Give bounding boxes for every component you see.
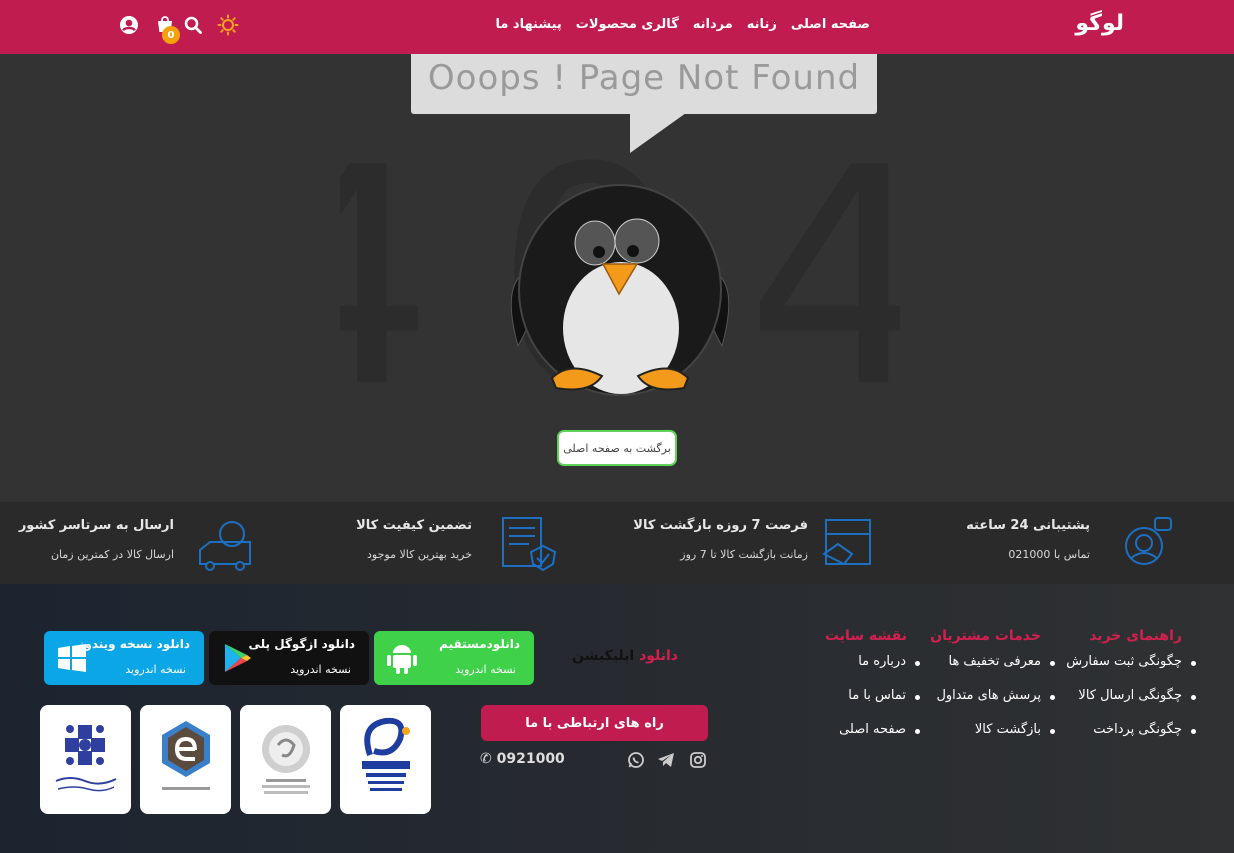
footer-link[interactable]: تماس با ما (848, 688, 920, 703)
features-bar: پشتیبانی 24 ساعته تماس با 021000 فرصت 7 … (0, 502, 1234, 584)
back-home-button[interactable]: برگشت به صفحه اصلی (557, 430, 677, 466)
android-icon (387, 645, 417, 674)
e-commerce-association-badge[interactable] (140, 705, 231, 814)
download-windows-button[interactable]: دانلود نسخه ویندوز نسخه اندروید (44, 631, 204, 685)
nav-item-home[interactable]: صفحه اصلی (791, 17, 870, 37)
footer-link[interactable]: چگونگی ارسال کالا (1078, 688, 1196, 703)
contact-us-button[interactable]: راه های ارتباطی با ما (481, 705, 708, 741)
nav-item-offers[interactable]: پیشنهاد ما (495, 17, 561, 37)
instagram-icon[interactable] (689, 751, 707, 769)
footer-link[interactable]: بازگشت کالا (975, 722, 1056, 737)
quality-document-icon (502, 517, 557, 572)
feature-title: تضمین کیفیت کالا (356, 518, 472, 533)
footer-col-title-services: خدمات مشتریان (930, 628, 1041, 644)
footer-link[interactable]: معرفی تخفیف ها (948, 654, 1055, 669)
business-union-badge[interactable] (40, 705, 131, 814)
footer-col-title-guide: راهنمای خرید (1089, 628, 1182, 644)
nav-item-women[interactable]: زنانه (747, 17, 777, 37)
feature-subtitle: خرید بهترین کالا موجود (367, 548, 472, 561)
footer-link[interactable]: پرسش های متداول (936, 688, 1055, 703)
feature-subtitle: ارسال کالا در کمترین زمان (50, 548, 174, 561)
feature-title: پشتیبانی 24 ساعته (966, 518, 1090, 533)
nav-item-men[interactable]: مردانه (693, 17, 733, 37)
theme-sun-icon[interactable] (217, 14, 239, 36)
feature-subtitle: زمانت بازگشت کالا تا 7 روز (680, 548, 808, 561)
footer-link[interactable]: صفحه اصلی (839, 722, 920, 737)
main-nav: صفحه اصلی زنانه مردانه گالری محصولات پیش… (470, 17, 870, 37)
whatsapp-icon[interactable] (627, 751, 645, 769)
telegram-icon[interactable] (657, 751, 675, 769)
site-header: لوگو صفحه اصلی زنانه مردانه گالری محصولا… (0, 0, 1234, 54)
download-direct-button[interactable]: دانلودمستقیم نسخه اندروید (374, 631, 534, 685)
speech-bubble: Ooops ! Page Not Found (411, 54, 877, 114)
speech-bubble-tail (630, 113, 686, 153)
user-icon[interactable] (118, 14, 140, 36)
footer-link[interactable]: درباره ما (858, 654, 920, 669)
error-message: Ooops ! Page Not Found (427, 58, 861, 98)
windows-icon (58, 644, 86, 672)
search-icon[interactable] (182, 14, 204, 36)
download-google-play-button[interactable]: دانلود ازگوگل پلی نسخه اندروید (209, 631, 369, 685)
feature-return: فرصت 7 روزه بازگشت کالا زمانت بازگشت کال… (548, 502, 808, 584)
support-headset-icon (1125, 517, 1172, 565)
feature-shipping: ارسال به سرتاسر کشور ارسال کالا در کمتری… (4, 502, 174, 584)
footer-link[interactable]: چگونگی پرداخت (1093, 722, 1196, 737)
footer-link[interactable]: چگونگی ثبت سفارش (1066, 654, 1196, 669)
samandehi-badge[interactable] (240, 705, 331, 814)
delivery-truck-icon (199, 521, 251, 571)
site-logo[interactable]: لوگو (1075, 11, 1124, 36)
phone-number: ✆ 0921000 (480, 751, 565, 767)
feature-title: ارسال به سرتاسر کشور (18, 518, 174, 533)
feature-subtitle: تماس با 021000 (1008, 548, 1090, 561)
nav-item-gallery[interactable]: گالری محصولات (576, 17, 679, 37)
footer-col-title-sitemap: نقشه سایت (824, 628, 907, 644)
feature-title: فرصت 7 روزه بازگشت کالا (633, 518, 808, 533)
error-404-illustration: 404 (340, 150, 900, 420)
app-download-label: دانلود اپلیکیشن (572, 648, 678, 664)
google-play-icon (225, 644, 251, 672)
enamad-badge[interactable] (340, 705, 431, 814)
cart-count-badge: 0 (162, 26, 180, 44)
return-box-icon (822, 519, 871, 566)
